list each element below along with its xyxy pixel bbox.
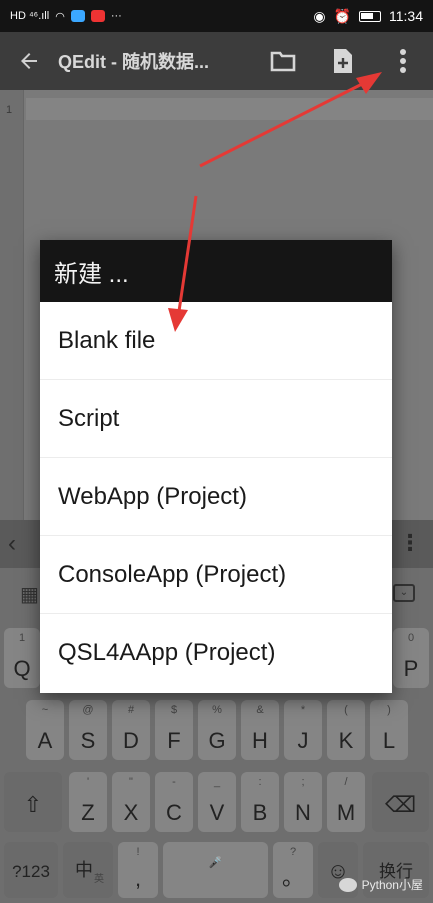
key-j[interactable]: * J — [284, 700, 322, 760]
comma-key[interactable]: !, — [118, 842, 158, 898]
new-file-icon — [334, 49, 352, 73]
back-button[interactable] — [0, 32, 58, 90]
watermark-text: Python小屋 — [361, 878, 423, 892]
clock: 11:34 — [389, 8, 423, 24]
key-m[interactable]: / M — [327, 772, 365, 832]
backspace-key[interactable]: ⌫ — [372, 772, 429, 832]
key-s[interactable]: @ S — [69, 700, 107, 760]
new-file-dialog: 新建 ... Blank file Script WebApp (Project… — [40, 240, 392, 693]
more-vert-icon — [400, 49, 406, 73]
key-b[interactable]: :B — [241, 772, 279, 832]
microphone-icon: 🎤 — [208, 857, 223, 869]
shift-key[interactable]: ⇧ — [4, 772, 62, 832]
key-z[interactable]: ' Z — [69, 772, 107, 832]
key-x[interactable]: " X — [112, 772, 150, 832]
wifi-icon: ◠ — [55, 10, 65, 23]
new-file-button[interactable] — [313, 32, 373, 90]
space-key[interactable]: 🎤 — [163, 842, 268, 898]
dialog-title: 新建 ... — [40, 240, 392, 302]
app-icon — [90, 10, 105, 22]
network-indicators: HD ⁴⁶.ıll — [10, 10, 50, 22]
line-gutter: 1 — [0, 90, 24, 520]
app-icon — [70, 10, 85, 22]
key-l[interactable]: ) L — [370, 700, 408, 760]
chevron-left-icon[interactable]: ‹ — [8, 530, 16, 558]
status-right: ◉ ⏰ 11:34 — [313, 8, 423, 25]
current-line-highlight — [26, 98, 433, 120]
menu-item-script[interactable]: Script — [40, 380, 392, 458]
symbols-key[interactable]: ?123 — [4, 842, 58, 898]
language-switch-key[interactable]: 中 英 — [63, 842, 113, 898]
status-left: HD ⁴⁶.ıll ◠ ··· — [10, 10, 122, 23]
document-title: QEdit - 随机数据... — [58, 52, 209, 72]
app-toolbar: QEdit - 随机数据... — [0, 32, 433, 90]
battery-icon — [359, 10, 381, 22]
menu-item-qsl4aapp-project[interactable]: QSL4AApp (Project) — [40, 614, 392, 692]
overflow-menu-button[interactable] — [373, 32, 433, 90]
shift-icon: ⇧ — [23, 792, 43, 817]
keyboard-collapse-icon[interactable]: ⌄ — [393, 584, 415, 602]
menu-item-consoleapp-project[interactable]: ConsoleApp (Project) — [40, 536, 392, 614]
arrow-left-icon — [21, 53, 37, 69]
line-number: 1 — [6, 104, 13, 116]
watermark: Python小屋 — [338, 876, 423, 893]
key-h[interactable]: & H — [241, 700, 279, 760]
folder-icon — [270, 51, 296, 72]
key-c[interactable]: -C — [155, 772, 193, 832]
alarm-icon: ⏰ — [333, 7, 351, 24]
backspace-icon: ⌫ — [384, 792, 417, 817]
open-folder-button[interactable] — [253, 32, 313, 90]
more-vert-icon[interactable]: ⋮ — [399, 530, 421, 556]
more-notifications: ··· — [110, 10, 122, 22]
eye-icon: ◉ — [313, 7, 326, 24]
key-p[interactable]: 0 P — [393, 628, 429, 688]
period-key[interactable]: ?。 — [273, 842, 313, 898]
key-a[interactable]: ~ A — [26, 700, 64, 760]
key-v[interactable]: _ V — [198, 772, 236, 832]
status-bar: HD ⁴⁶.ıll ◠ ··· ◉ ⏰ 11:34 — [0, 0, 433, 32]
menu-item-blank-file[interactable]: Blank file — [40, 302, 392, 380]
key-k[interactable]: (K — [327, 700, 365, 760]
key-f[interactable]: $ F — [155, 700, 193, 760]
key-n[interactable]: ; N — [284, 772, 322, 832]
grid-icon[interactable]: ▦ — [20, 582, 39, 607]
wechat-icon — [338, 877, 357, 892]
key-g[interactable]: % G — [198, 700, 236, 760]
menu-item-webapp-project[interactable]: WebApp (Project) — [40, 458, 392, 536]
key-q[interactable]: 1 Q — [4, 628, 40, 688]
key-d[interactable]: # D — [112, 700, 150, 760]
